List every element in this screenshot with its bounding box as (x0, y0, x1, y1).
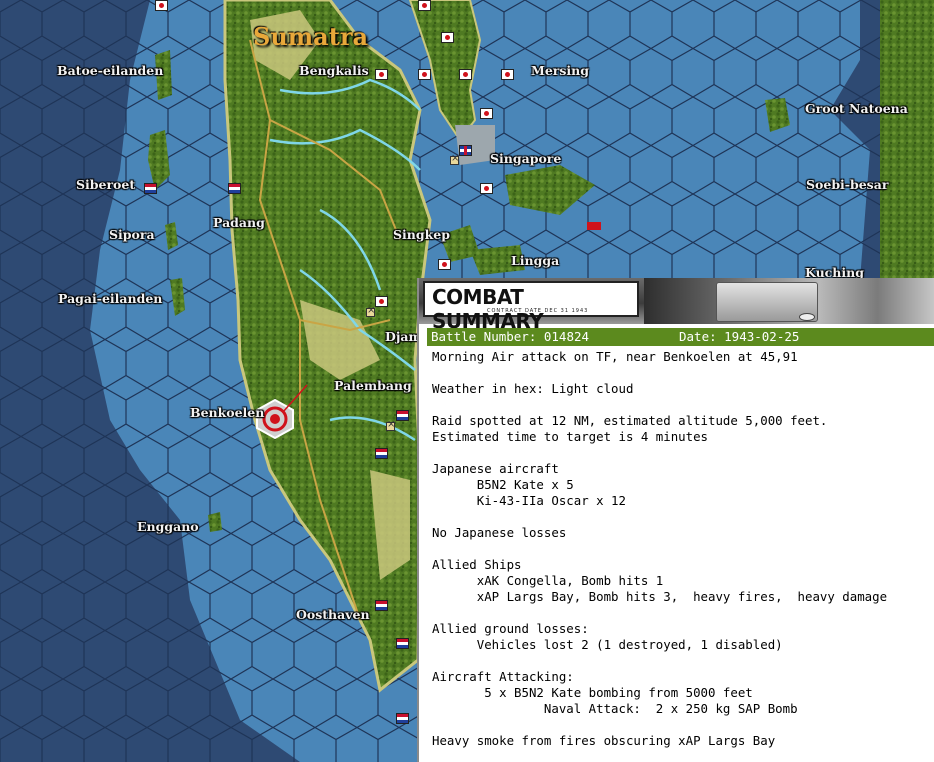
dutch-unit-flag[interactable] (396, 713, 409, 724)
report-line: Aircraft Attacking: (432, 669, 574, 684)
report-line (432, 509, 887, 525)
report-line: Heavy smoke from fires obscuring xAP Lar… (432, 733, 776, 748)
report-line: No Japanese losses (432, 525, 567, 540)
naval-unit-icon[interactable] (587, 222, 601, 230)
japanese-unit-flag[interactable] (501, 69, 514, 80)
enggano-island (208, 512, 222, 532)
map-label-groot-natoena: Groot Natoena (805, 101, 908, 116)
map-label-bengkalis: Bengkalis (299, 63, 369, 78)
map-label-siberoet: Siberoet (76, 177, 136, 192)
report-line (432, 445, 887, 461)
map-label-benkoelen: Benkoelen (190, 405, 265, 420)
japanese-unit-flag[interactable] (441, 32, 454, 43)
map-label-soebi-besar: Soebi-besar (806, 177, 889, 192)
report-line: Japanese aircraft (432, 461, 559, 476)
report-line: Naval Attack: 2 x 250 kg SAP Bomb (432, 701, 798, 716)
title-plate: COMBAT SUMMARY CONTRACT DATE DEC 31 1943 (423, 281, 639, 333)
report-line (432, 717, 887, 733)
airbase-icon[interactable] (386, 419, 395, 431)
report-line: xAP Largs Bay, Bomb hits 3, heavy fires,… (432, 589, 888, 604)
map-label-singapore: Singapore (490, 151, 562, 166)
map-label-oosthaven: Oosthaven (296, 607, 370, 622)
map-label-sumatra: Sumatra (253, 22, 369, 51)
map-label-singkep: Singkep (393, 227, 450, 242)
japanese-unit-flag[interactable] (375, 296, 388, 307)
battle-date: Date: 1943-02-25 (679, 329, 800, 344)
dutch-unit-flag[interactable] (396, 638, 409, 649)
battle-info-bar: Battle Number: 014824 Date: 1943-02-25 (427, 328, 934, 346)
dutch-unit-flag[interactable] (375, 448, 388, 459)
combat-summary-panel[interactable]: COMBAT SUMMARY CONTRACT DATE DEC 31 1943… (417, 278, 934, 762)
report-line: Morning Air attack on TF, near Benkoelen… (432, 349, 798, 364)
report-line: xAK Congella, Bomb hits 1 (432, 573, 664, 588)
dutch-unit-flag[interactable] (375, 600, 388, 611)
report-line (432, 605, 887, 621)
japanese-unit-flag[interactable] (438, 259, 451, 270)
header-deco-tab (716, 282, 818, 322)
airbase-icon[interactable] (450, 153, 459, 165)
header-decoration (644, 278, 934, 324)
japanese-unit-flag[interactable] (418, 69, 431, 80)
report-line: 5 x B5N2 Kate bombing from 5000 feet (432, 685, 753, 700)
dutch-unit-flag[interactable] (228, 183, 241, 194)
report-line: Vehicles lost 2 (1 destroyed, 1 disabled… (432, 637, 783, 652)
japanese-unit-flag[interactable] (418, 0, 431, 11)
japanese-unit-flag[interactable] (480, 108, 493, 119)
panel-header: COMBAT SUMMARY CONTRACT DATE DEC 31 1943 (419, 278, 934, 333)
report-line: Ki-43-IIa Oscar x 12 (432, 493, 626, 508)
report-line (432, 397, 887, 413)
report-line: Allied ground losses: (432, 621, 589, 636)
airbase-icon[interactable] (366, 305, 375, 317)
dutch-unit-flag[interactable] (396, 410, 409, 421)
battle-number: Battle Number: 014824 (431, 329, 590, 344)
report-line: Allied Ships (432, 557, 522, 572)
map-label-enggano: Enggano (137, 519, 199, 534)
report-line: Raid spotted at 12 NM, estimated altitud… (432, 413, 828, 428)
map-label-sipora: Sipora (109, 227, 155, 242)
japanese-unit-flag[interactable] (459, 69, 472, 80)
combat-report-text: Morning Air attack on TF, near Benkoelen… (432, 349, 887, 749)
kalimantan-coast (880, 0, 934, 300)
report-line (432, 365, 887, 381)
map-label-mersing: Mersing (531, 63, 589, 78)
map-label-lingga: Lingga (511, 253, 560, 268)
map-label-padang: Padang (213, 215, 265, 230)
map-label-palembang: Palembang (334, 378, 412, 393)
report-line: Weather in hex: Light cloud (432, 381, 634, 396)
report-line: Estimated time to target is 4 minutes (432, 429, 709, 444)
report-line (432, 541, 887, 557)
dutch-unit-flag[interactable] (144, 183, 157, 194)
japanese-unit-flag[interactable] (155, 0, 168, 11)
japanese-unit-flag[interactable] (375, 69, 388, 80)
map-label-pagai: Pagai-eilanden (58, 291, 163, 306)
map-label-batoe: Batoe-eilanden (57, 63, 164, 78)
japanese-unit-flag[interactable] (480, 183, 493, 194)
panel-subtitle: CONTRACT DATE DEC 31 1943 (487, 308, 589, 314)
report-line (432, 653, 887, 669)
british-unit-flag[interactable] (459, 145, 472, 156)
report-line: B5N2 Kate x 5 (432, 477, 574, 492)
